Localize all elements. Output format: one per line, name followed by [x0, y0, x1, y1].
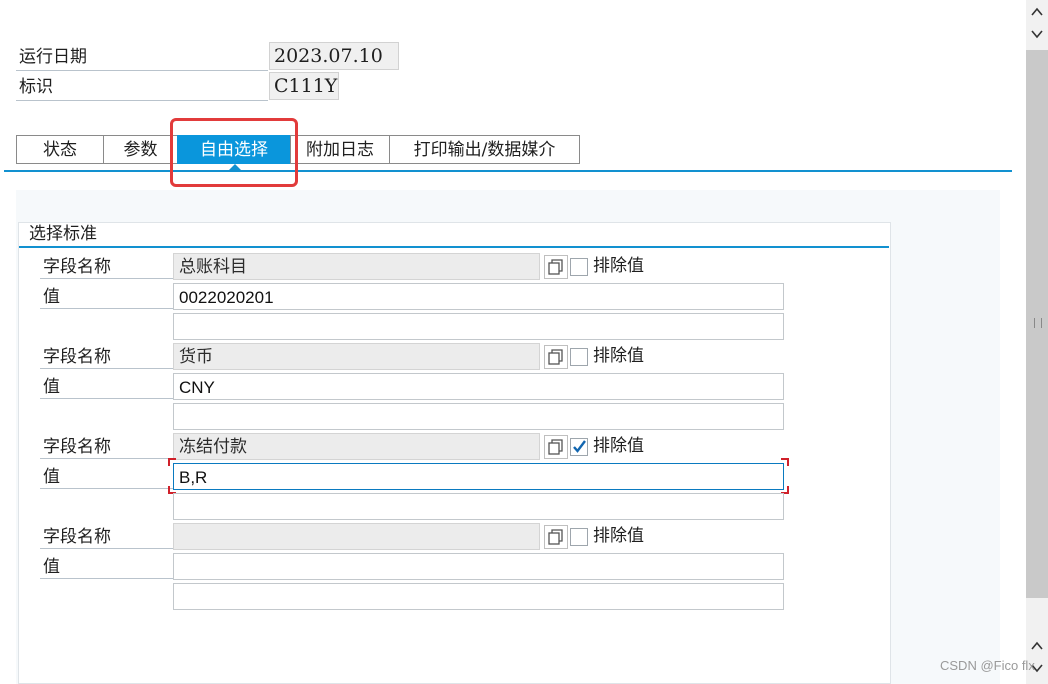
run-date-label: 运行日期	[19, 47, 87, 67]
run-date-field[interactable]: 2023.07.10	[269, 42, 399, 70]
field-name-value: 总账科目	[173, 253, 540, 280]
value-input-focused[interactable]: B,R	[173, 463, 784, 490]
field-name-value	[173, 523, 540, 550]
exclude-checkbox[interactable]	[570, 348, 588, 366]
value-label: 值	[40, 553, 173, 579]
tab-underline	[4, 170, 1012, 172]
exclude-label: 排除值	[593, 346, 644, 366]
tab-parameters[interactable]: 参数	[103, 135, 177, 164]
value-input[interactable]	[173, 553, 784, 580]
chevron-down-icon[interactable]	[1030, 28, 1044, 40]
exclude-label: 排除值	[593, 256, 644, 276]
focus-corner	[781, 458, 789, 466]
field-name-label: 字段名称	[40, 253, 173, 279]
tab-strip: 状态 参数 自由选择 附加日志 打印输出/数据媒介	[16, 135, 580, 164]
selection-group-line	[19, 246, 889, 248]
value-label: 值	[40, 283, 173, 309]
copy-icon[interactable]	[544, 435, 568, 459]
exclude-checkbox-checked[interactable]	[570, 438, 588, 456]
tab-additional-log[interactable]: 附加日志	[290, 135, 389, 164]
checkmark-icon	[573, 440, 586, 453]
field-name-value: 货币	[173, 343, 540, 370]
chevron-up-icon[interactable]	[1030, 640, 1044, 652]
copy-icon[interactable]	[544, 255, 568, 279]
value-label: 值	[40, 373, 173, 399]
run-date-label-row: 运行日期	[16, 44, 268, 71]
exclude-checkbox[interactable]	[570, 528, 588, 546]
id-label-row: 标识	[16, 74, 268, 101]
annotation-highlight	[170, 118, 298, 187]
copy-icon[interactable]	[544, 525, 568, 549]
field-name-label: 字段名称	[40, 343, 173, 369]
value-input-secondary[interactable]	[173, 403, 784, 430]
selection-group-title: 选择标准	[29, 224, 97, 244]
copy-icon[interactable]	[544, 345, 568, 369]
exclude-checkbox[interactable]	[570, 258, 588, 276]
tab-print-output[interactable]: 打印输出/数据媒介	[389, 135, 580, 164]
value-input-secondary[interactable]	[173, 493, 784, 520]
field-name-value: 冻结付款	[173, 433, 540, 460]
field-name-label: 字段名称	[40, 523, 173, 549]
chevron-up-icon[interactable]	[1030, 6, 1044, 18]
value-input[interactable]: 0022020201	[173, 283, 784, 310]
exclude-label: 排除值	[593, 526, 644, 546]
watermark: CSDN @Fico flx	[940, 658, 1035, 673]
value-input-secondary[interactable]	[173, 583, 784, 610]
value-input[interactable]: CNY	[173, 373, 784, 400]
id-label: 标识	[19, 77, 53, 97]
value-input-secondary[interactable]	[173, 313, 784, 340]
tab-status[interactable]: 状态	[16, 135, 103, 164]
scroll-grip-icon	[1034, 318, 1042, 328]
value-label: 值	[40, 463, 173, 489]
exclude-label: 排除值	[593, 436, 644, 456]
field-name-label: 字段名称	[40, 433, 173, 459]
focus-corner	[168, 458, 176, 466]
id-field[interactable]: C111Y	[269, 72, 339, 100]
